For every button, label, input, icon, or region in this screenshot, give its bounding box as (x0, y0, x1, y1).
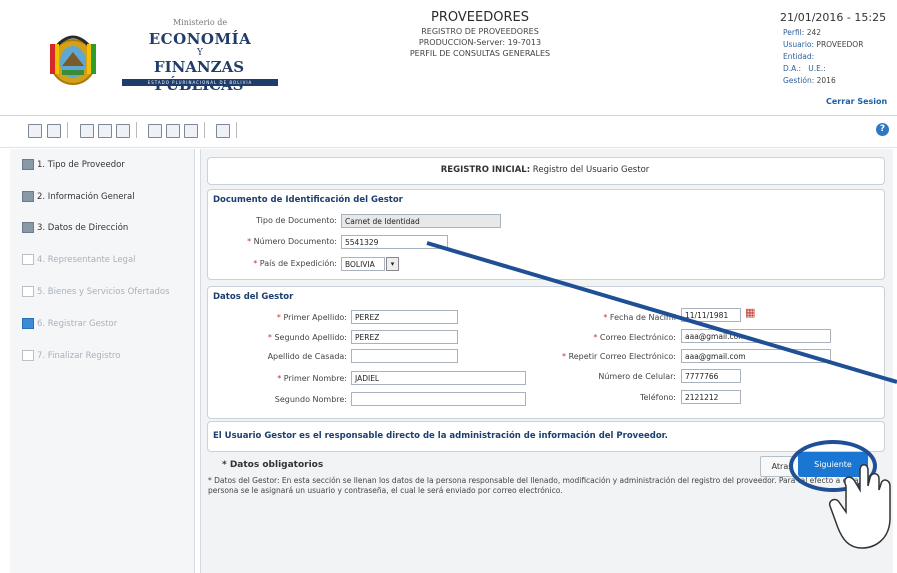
tipo-documento-label: Tipo de Documento: (256, 216, 337, 225)
correo-label: * Correo Electrónico: (593, 333, 676, 342)
gestor-section-title: Datos del Gestor (213, 292, 294, 302)
telefono-label: Teléfono: (640, 393, 676, 402)
print-icon[interactable] (148, 124, 162, 138)
chevron-down-icon[interactable]: ▾ (386, 257, 399, 271)
apellido-casada-input[interactable] (351, 349, 458, 363)
save-icon[interactable] (98, 124, 112, 138)
step-complete-icon (22, 159, 34, 170)
sidebar-item-informacion-general[interactable]: 2. Información General (22, 191, 135, 202)
session-perfil: Perfil: 242 (783, 28, 822, 37)
toolbar (0, 117, 897, 148)
logo-y-text: Y (197, 48, 203, 58)
logo-ministry-text: Ministerio de (172, 18, 228, 27)
correo-input[interactable]: aaa@gmail.com (681, 329, 831, 343)
new-document-icon[interactable] (80, 124, 94, 138)
segundo-nombre-input[interactable] (351, 392, 526, 406)
calendar-icon[interactable]: ▦ (745, 306, 759, 320)
logo-bar: ESTADO PLURINACIONAL DE BOLIVIA (122, 79, 278, 86)
primer-apellido-input[interactable]: PEREZ (351, 310, 458, 324)
step-complete-icon (22, 191, 34, 202)
tipo-documento-field: Carnet de Identidad (341, 214, 501, 228)
logo-finanzas-text: FINANZAS PÚBLICAS (153, 58, 245, 94)
step-complete-icon (22, 222, 34, 233)
fecha-nacimiento-input[interactable]: 11/11/1981 (681, 308, 741, 322)
numero-documento-label: * Número Documento: (247, 237, 337, 246)
toolbar-separator (67, 122, 68, 138)
sidebar-item-finalizar-registro: 7. Finalizar Registro (22, 350, 120, 361)
toolbar-separator (204, 122, 205, 138)
fullscreen-icon[interactable] (216, 124, 230, 138)
pais-expedicion-select[interactable]: BOLIVIA (341, 257, 385, 271)
coat-of-arms-icon (50, 35, 96, 85)
session-usuario: Usuario: PROVEEDOR (783, 40, 864, 49)
page-title: REGISTRO INICIAL: Registro del Usuario G… (440, 165, 650, 175)
home-icon[interactable] (28, 124, 42, 138)
document-section-title: Documento de Identificación del Gestor (213, 195, 403, 205)
logo-economia-text: ECONOMÍA (148, 30, 252, 48)
step-pending-icon (22, 286, 34, 297)
step-active-icon (22, 318, 34, 329)
session-da-ue: D.A.: U.E.: (783, 64, 826, 73)
step-pending-icon (22, 350, 34, 361)
fecha-nacimiento-label: * Fecha de Nacimi (603, 313, 676, 322)
session-datetime: 21/01/2016 - 15:25 (780, 11, 887, 24)
refresh-icon[interactable] (116, 124, 130, 138)
copy-icon[interactable] (184, 124, 198, 138)
repetir-correo-label: * Repetir Correo Electrónico: (562, 352, 676, 361)
apellido-casada-label: Apellido de Casada: (267, 352, 347, 361)
wizard-sidebar (10, 149, 195, 573)
repetir-correo-input[interactable]: aaa@gmail.com (681, 349, 831, 363)
sidebar-item-bienes-servicios: 5. Bienes y Servicios Ofertados (22, 286, 170, 297)
sidebar-item-datos-direccion[interactable]: 3. Datos de Dirección (22, 222, 128, 233)
primer-nombre-input[interactable]: JADIEL (351, 371, 526, 385)
gestor-responsibility-note: El Usuario Gestor es el responsable dire… (213, 431, 668, 441)
gestor-description-text: * Datos del Gestor: En esta sección se l… (208, 476, 859, 495)
sidebar-item-representante-legal: 4. Representante Legal (22, 254, 136, 265)
primer-apellido-label: * Primer Apellido: (276, 313, 347, 322)
telefono-input[interactable]: 2121212 (681, 390, 741, 404)
session-gestion: Gestión: 2016 (783, 76, 836, 85)
required-fields-note: * Datos obligatorios (222, 460, 324, 470)
pais-expedicion-label: * País de Expedición: (253, 259, 337, 268)
highlight-circle (789, 440, 877, 492)
app-subtitle-1: REGISTRO DE PROVEEDORES (421, 27, 539, 36)
app-title: PROVEEDORES (431, 10, 529, 25)
preview-icon[interactable] (166, 124, 180, 138)
sidebar-item-tipo-proveedor[interactable]: 1. Tipo de Proveedor (22, 159, 125, 170)
help-icon[interactable]: ? (876, 123, 889, 136)
app-subtitle-2: PRODUCCION-Server: 19-7013 (418, 38, 542, 47)
session-entidad: Entidad: (783, 52, 815, 61)
toolbar-separator (236, 122, 237, 138)
segundo-apellido-label: * Segundo Apellido: (267, 333, 347, 342)
toolbar-separator (136, 122, 137, 138)
segundo-apellido-input[interactable]: PEREZ (351, 330, 458, 344)
segundo-nombre-label: Segundo Nombre: (274, 395, 347, 404)
logout-link[interactable]: Cerrar Sesion (826, 97, 887, 106)
undo-icon[interactable] (47, 124, 61, 138)
celular-label: Número de Celular: (598, 372, 676, 381)
primer-nombre-label: * Primer Nombre: (277, 374, 347, 383)
sidebar-item-registrar-gestor: 6. Registrar Gestor (22, 318, 117, 329)
numero-documento-input[interactable]: 5541329 (341, 235, 448, 249)
app-subtitle-3: PERFIL DE CONSULTAS GENERALES (409, 49, 551, 58)
step-pending-icon (22, 254, 34, 265)
celular-input[interactable]: 7777766 (681, 369, 741, 383)
